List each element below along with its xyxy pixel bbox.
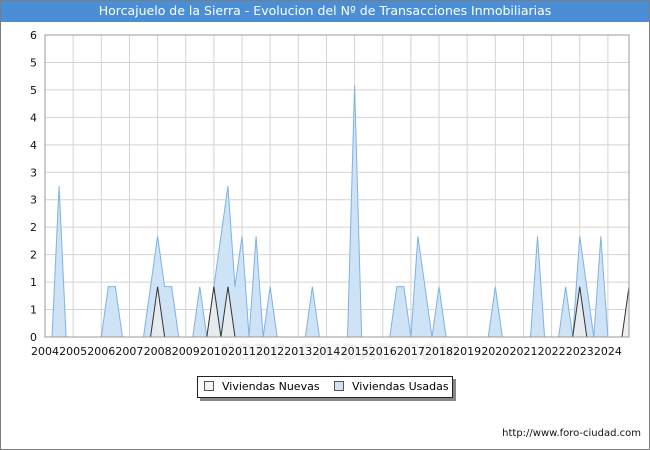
y-tick-label: 4 — [30, 111, 37, 124]
x-tick-label: 2006 — [87, 345, 115, 358]
x-tick-label: 2016 — [369, 345, 397, 358]
legend-label-nuevas: Viviendas Nuevas — [222, 380, 320, 393]
legend-swatch-nuevas — [204, 381, 214, 391]
y-tick-label: 3 — [30, 166, 37, 179]
source-credit: http://www.foro-ciudad.com — [502, 428, 641, 439]
legend-item-nuevas: Viviendas Nuevas — [204, 380, 320, 394]
x-tick-label: 2010 — [200, 345, 228, 358]
legend-item-usadas: Viviendas Usadas — [334, 380, 449, 394]
series-group — [51, 85, 630, 338]
x-tick-label: 2022 — [538, 345, 566, 358]
x-tick-label: 2007 — [115, 345, 143, 358]
legend: Viviendas Nuevas Viviendas Usadas — [197, 376, 453, 398]
x-tick-label: 2024 — [594, 345, 622, 358]
x-tick-label: 2013 — [284, 345, 312, 358]
y-tick-label: 3 — [30, 194, 37, 207]
y-tick-label: 6 — [30, 29, 37, 42]
x-tick-label: 2012 — [256, 345, 284, 358]
x-tick-label: 2015 — [341, 345, 369, 358]
x-tick-label: 2017 — [397, 345, 425, 358]
x-tick-label: 2021 — [509, 345, 537, 358]
x-tick-label: 2014 — [312, 345, 340, 358]
x-tick-label: 2020 — [481, 345, 509, 358]
y-tick-label: 5 — [30, 84, 37, 97]
y-tick-labels: 0 1 1 2 2 3 3 4 4 5 5 6 — [30, 29, 37, 344]
y-tick-label: 0 — [30, 331, 37, 344]
legend-swatch-usadas — [334, 381, 344, 391]
y-tick-label: 5 — [30, 56, 37, 69]
legend-label-usadas: Viviendas Usadas — [352, 380, 449, 393]
x-tick-label: 2019 — [453, 345, 481, 358]
x-tick-label: 2018 — [425, 345, 453, 358]
y-tick-label: 2 — [30, 249, 37, 262]
y-tick-label: 2 — [30, 221, 37, 234]
x-tick-label: 2023 — [566, 345, 594, 358]
x-tick-label: 2011 — [228, 345, 256, 358]
x-tick-labels: 2004 2005 2006 2007 2008 2009 2010 2011 2012 2013… — [31, 345, 622, 358]
y-tick-label: 1 — [30, 276, 37, 289]
y-tick-label: 4 — [30, 139, 37, 152]
x-tick-label: 2005 — [59, 345, 87, 358]
x-tick-label: 2008 — [144, 345, 172, 358]
series-usadas-line — [51, 85, 609, 338]
x-tick-label: 2004 — [31, 345, 59, 358]
x-tick-label: 2009 — [172, 345, 200, 358]
series-usadas-area — [52, 85, 608, 337]
y-tick-label: 1 — [30, 304, 37, 317]
